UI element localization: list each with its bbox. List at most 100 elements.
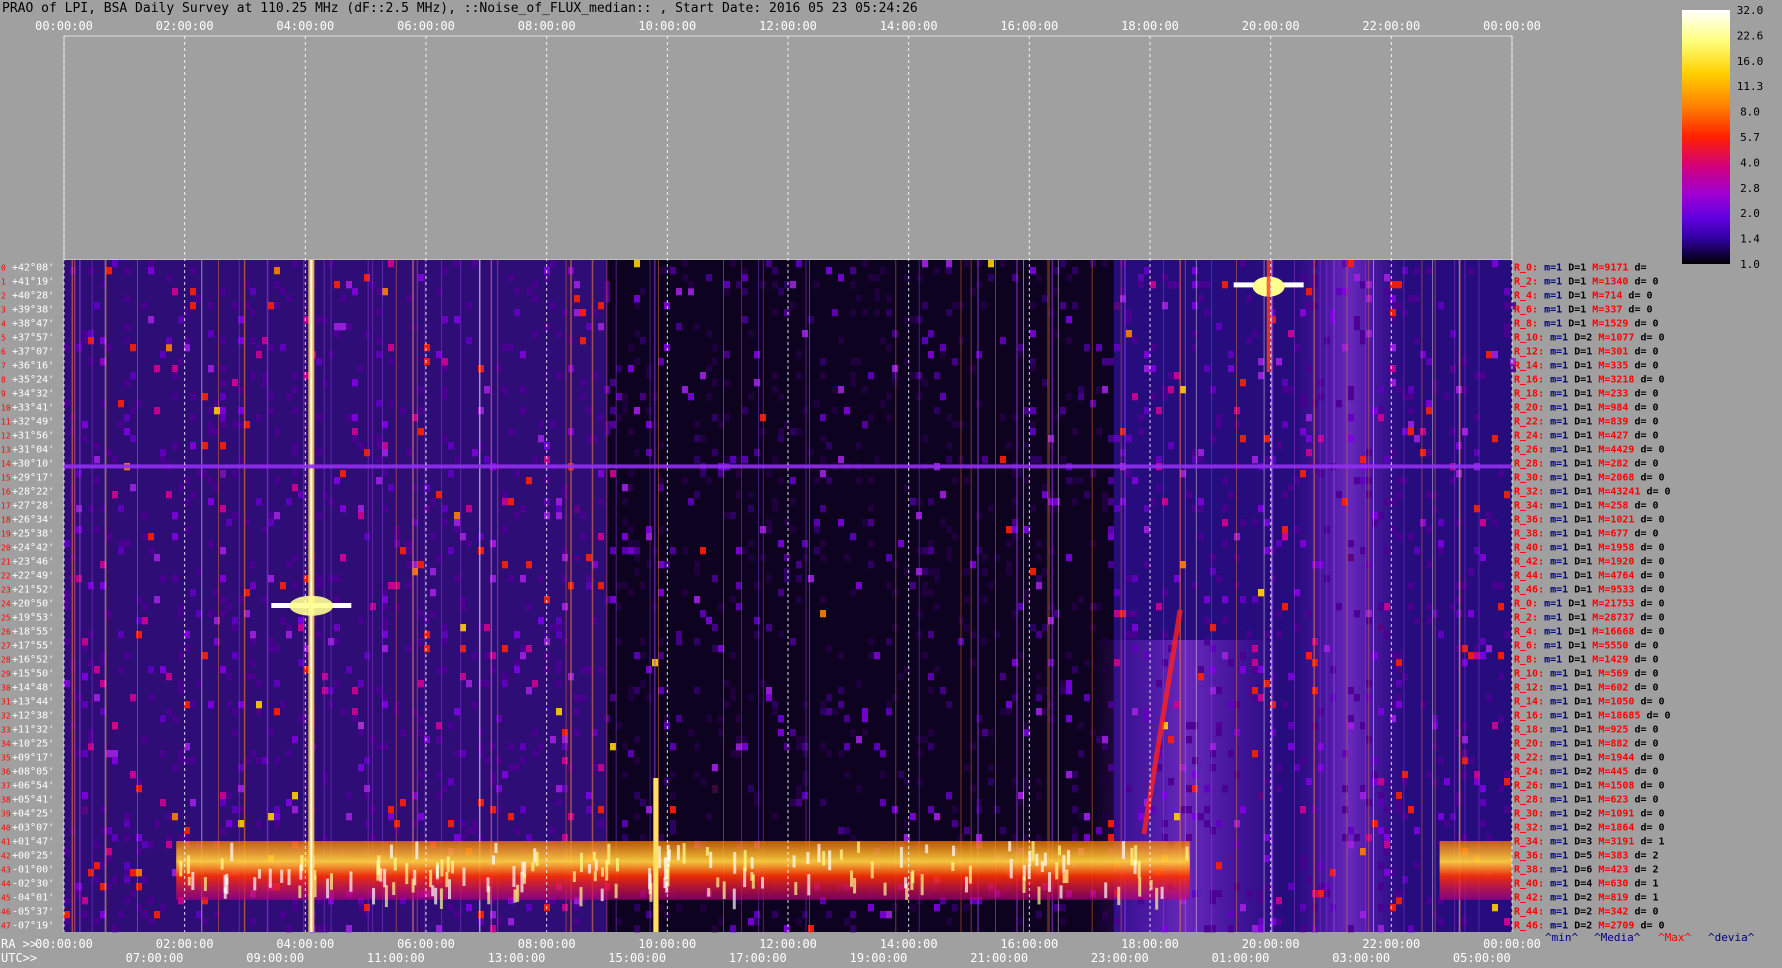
speckle-pixel bbox=[784, 309, 790, 317]
speckle-pixel bbox=[1078, 722, 1084, 730]
speckle-pixel bbox=[1198, 505, 1204, 513]
speckle-pixel bbox=[1426, 771, 1432, 779]
speckle-pixel bbox=[148, 260, 154, 268]
speckle-pixel bbox=[1000, 708, 1006, 716]
speckle-pixel bbox=[448, 442, 454, 450]
row-number-label: 27 bbox=[1, 642, 11, 651]
speckle-pixel bbox=[322, 379, 328, 387]
band-hotspot bbox=[761, 876, 765, 889]
row-number-label: 39 bbox=[1, 810, 11, 819]
speckle-pixel bbox=[1162, 631, 1168, 639]
speckle-pixel bbox=[880, 267, 886, 275]
speckle-pixel bbox=[670, 792, 676, 800]
speckle-pixel bbox=[610, 547, 616, 555]
speckle-pixel bbox=[712, 764, 718, 772]
speckle-pixel bbox=[1414, 337, 1420, 345]
speckle-pixel bbox=[910, 316, 916, 324]
speckle-pixel bbox=[268, 512, 274, 520]
speckle-pixel bbox=[790, 281, 796, 289]
row-number-label: 22 bbox=[1, 572, 11, 581]
speckle-pixel bbox=[1240, 260, 1246, 268]
row-number-label: 34 bbox=[1, 740, 11, 749]
speckle-pixel bbox=[340, 295, 346, 303]
speckle-pixel bbox=[1420, 449, 1426, 457]
speckle-pixel bbox=[1210, 666, 1216, 674]
speckle-pixel bbox=[316, 512, 322, 520]
speckle-pixel bbox=[1402, 876, 1408, 884]
speckle-pixel bbox=[1372, 820, 1378, 828]
speckle-pixel bbox=[928, 547, 934, 555]
band-hotspot bbox=[1008, 841, 1012, 852]
speckle-pixel bbox=[1114, 820, 1120, 828]
speckle-pixel bbox=[292, 904, 298, 912]
stats-field: M=16668 bbox=[1586, 627, 1634, 638]
speckle-pixel bbox=[850, 281, 856, 289]
top-time-axis: 00:00:00 02:00:00 04:00:00 06:00:00 08:00:00… bbox=[35, 19, 1541, 33]
speckle-pixel bbox=[502, 645, 508, 653]
speckle-pixel bbox=[220, 442, 226, 450]
speckle-pixel bbox=[1204, 820, 1210, 828]
speckle-pixel bbox=[358, 442, 364, 450]
speckle-pixel bbox=[442, 316, 448, 324]
speckle-pixel bbox=[784, 743, 790, 751]
speckle-pixel bbox=[448, 778, 454, 786]
speckle-pixel bbox=[1108, 533, 1114, 541]
speckle-pixel bbox=[1000, 260, 1006, 268]
stats-row: R_4: m=1 D=1 M=714 d= 0 bbox=[1514, 291, 1653, 302]
speckle-pixel bbox=[622, 547, 628, 555]
speckle-pixel bbox=[1216, 820, 1222, 828]
speckle-pixel bbox=[1312, 687, 1318, 695]
speckle-pixel bbox=[772, 456, 778, 464]
speckle-pixel bbox=[538, 421, 544, 429]
speckle-pixel bbox=[322, 687, 328, 695]
speckle-pixel bbox=[1144, 365, 1150, 373]
speckle-pixel bbox=[340, 708, 346, 716]
speckle-pixel bbox=[388, 260, 394, 268]
stats-row: R_32: m=1 D=1 M=43241 d= 0 bbox=[1514, 487, 1671, 498]
speckle-pixel bbox=[634, 687, 640, 695]
stats-field: m=1 bbox=[1544, 739, 1568, 750]
speckle-pixel bbox=[1222, 281, 1228, 289]
speckle-pixel bbox=[1102, 491, 1108, 499]
speckle-pixel bbox=[976, 834, 982, 842]
speckle-pixel bbox=[226, 701, 232, 709]
speckle-pixel bbox=[634, 925, 640, 933]
speckle-pixel bbox=[946, 792, 952, 800]
speckle-pixel bbox=[820, 358, 826, 366]
speckle-pixel bbox=[1210, 764, 1216, 772]
speckle-pixel bbox=[646, 421, 652, 429]
speckle-pixel bbox=[106, 449, 112, 457]
speckle-pixel bbox=[418, 610, 424, 618]
speckle-pixel bbox=[694, 568, 700, 576]
speckle-pixel bbox=[1072, 771, 1078, 779]
speckle-pixel bbox=[1312, 302, 1318, 310]
speckle-pixel bbox=[1174, 813, 1180, 821]
speckle-pixel bbox=[1072, 603, 1078, 611]
speckle-pixel bbox=[82, 806, 88, 814]
speckle-pixel bbox=[1420, 701, 1426, 709]
speckle-pixel bbox=[124, 813, 130, 821]
speckle-pixel bbox=[880, 771, 886, 779]
speckle-pixel bbox=[508, 743, 514, 751]
speckle-pixel bbox=[706, 715, 712, 723]
speckle-pixel bbox=[1396, 897, 1402, 905]
speckle-pixel bbox=[1216, 687, 1222, 695]
speckle-pixel bbox=[1384, 834, 1390, 842]
speckle-pixel bbox=[1420, 428, 1426, 436]
stats-field: m=1 bbox=[1538, 641, 1562, 652]
speckle-pixel bbox=[1198, 813, 1204, 821]
declination-label: +23°46' bbox=[12, 557, 54, 568]
speckle-pixel bbox=[562, 575, 568, 583]
speckle-pixel bbox=[436, 771, 442, 779]
speckle-pixel bbox=[964, 477, 970, 485]
speckle-pixel bbox=[352, 715, 358, 723]
speckle-pixel bbox=[316, 414, 322, 422]
declination-label: +11°32' bbox=[12, 725, 54, 736]
speckle-pixel bbox=[256, 498, 262, 506]
stats-field: d= 0 bbox=[1634, 445, 1664, 456]
utc-tick-label: 07:00:00 bbox=[126, 951, 184, 965]
speckle-pixel bbox=[676, 638, 682, 646]
declination-label: +03°07' bbox=[12, 823, 54, 834]
stats-field: M=18685 bbox=[1592, 711, 1640, 722]
speckle-pixel bbox=[136, 883, 142, 891]
